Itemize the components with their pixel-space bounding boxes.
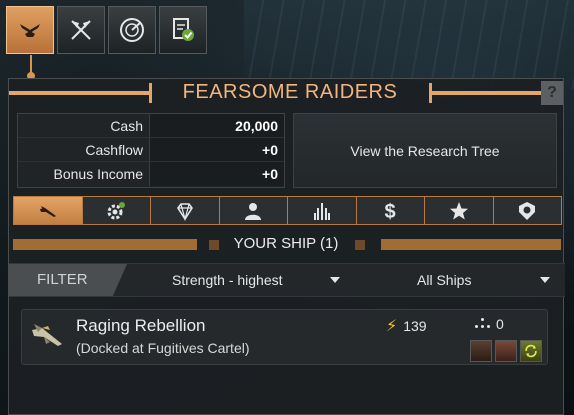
cashflow-value: +0 <box>150 138 284 161</box>
header-bar-right <box>381 239 561 250</box>
title-cap-left <box>149 83 152 103</box>
ship-location: (Docked at Fugitives Cartel) <box>76 340 250 356</box>
category-tabs: $ <box>13 196 562 225</box>
crew-count: 0 <box>496 316 504 332</box>
your-ship-header: YOUR SHIP (1) <box>9 235 565 255</box>
bonus-income-value: +0 <box>150 162 284 186</box>
faction-panel: FEARSOME RAIDERS ? Cash 20,000 Cashflow … <box>8 78 565 415</box>
person-icon <box>245 202 262 220</box>
ship-icon <box>32 324 62 346</box>
panel-title: FEARSOME RAIDERS <box>182 81 398 103</box>
header-bar-left <box>13 239 197 250</box>
dollar-icon: $ <box>385 201 396 222</box>
officer-portrait[interactable] <box>495 340 517 362</box>
ship-type-dropdown[interactable]: All Ships <box>417 264 471 296</box>
lightning-bolt-icon: ⚡ <box>386 318 398 335</box>
filter-row: FILTER Strength - highest All Ships <box>9 263 565 297</box>
cashflow-row: Cashflow +0 <box>18 138 284 162</box>
captain-portrait[interactable] <box>470 340 492 362</box>
badge-icon <box>519 201 536 220</box>
cashflow-label: Cashflow <box>18 138 150 161</box>
sort-dropdown[interactable]: Strength - highest <box>172 264 283 296</box>
tab-contracts[interactable] <box>159 6 207 54</box>
crew-portraits <box>470 340 542 362</box>
diamond-icon <box>176 202 193 221</box>
title-line-left <box>9 91 152 95</box>
cash-row: Cash 20,000 <box>18 114 284 138</box>
star-icon <box>449 201 468 219</box>
your-ship-title: YOUR SHIP (1) <box>233 235 339 252</box>
chevron-down-icon[interactable] <box>330 277 340 283</box>
raider-emblem-icon <box>20 24 40 37</box>
ship-crew: 0 <box>474 316 504 332</box>
chevron-down-icon[interactable] <box>540 277 550 283</box>
ship-icon <box>39 205 56 217</box>
view-research-tree-button[interactable]: View the Research Tree <box>293 113 557 188</box>
svg-text:$: $ <box>385 201 396 222</box>
factory-icon <box>313 202 330 220</box>
radar-icon <box>120 18 144 42</box>
contract-check-icon <box>173 18 194 41</box>
strength-value: 139 <box>403 318 427 334</box>
tab-modules[interactable] <box>81 196 151 225</box>
finance-table: Cash 20,000 Cashflow +0 Bonus Income +0 <box>17 113 285 188</box>
filter-label: FILTER <box>9 264 127 296</box>
ship-list-item[interactable]: Raging Rebellion (Docked at Fugitives Ca… <box>21 309 548 365</box>
tab-ships[interactable] <box>13 196 83 225</box>
help-button[interactable]: ? <box>541 81 563 105</box>
title-line-right <box>429 91 544 95</box>
tab-achievements[interactable] <box>492 196 562 225</box>
crew-icon <box>474 318 492 330</box>
ship-strength: ⚡ 139 <box>386 316 427 336</box>
background-structure <box>244 0 574 90</box>
tab-facilities[interactable] <box>287 196 357 225</box>
header-square-right <box>355 240 365 250</box>
cash-value: 20,000 <box>150 114 284 137</box>
recycle-icon[interactable] <box>520 340 542 362</box>
refresh-icon <box>525 344 537 358</box>
ship-name: Raging Rebellion <box>76 316 206 335</box>
cash-label: Cash <box>18 114 150 137</box>
tab-personnel[interactable] <box>218 196 288 225</box>
tab-reputation[interactable] <box>424 196 494 225</box>
tab-radar[interactable] <box>108 6 156 54</box>
tab-resources[interactable] <box>150 196 220 225</box>
tab-diplomacy[interactable] <box>57 6 105 54</box>
title-bar: FEARSOME RAIDERS ? <box>9 79 563 107</box>
tab-faction[interactable] <box>6 6 54 54</box>
gear-icon <box>107 201 126 219</box>
bonus-income-row: Bonus Income +0 <box>18 162 284 186</box>
top-tab-bar <box>6 6 207 54</box>
bonus-income-label: Bonus Income <box>18 162 150 186</box>
tab-finance[interactable]: $ <box>355 196 425 225</box>
header-square-left <box>209 240 219 250</box>
crossed-flags-icon <box>71 20 91 40</box>
